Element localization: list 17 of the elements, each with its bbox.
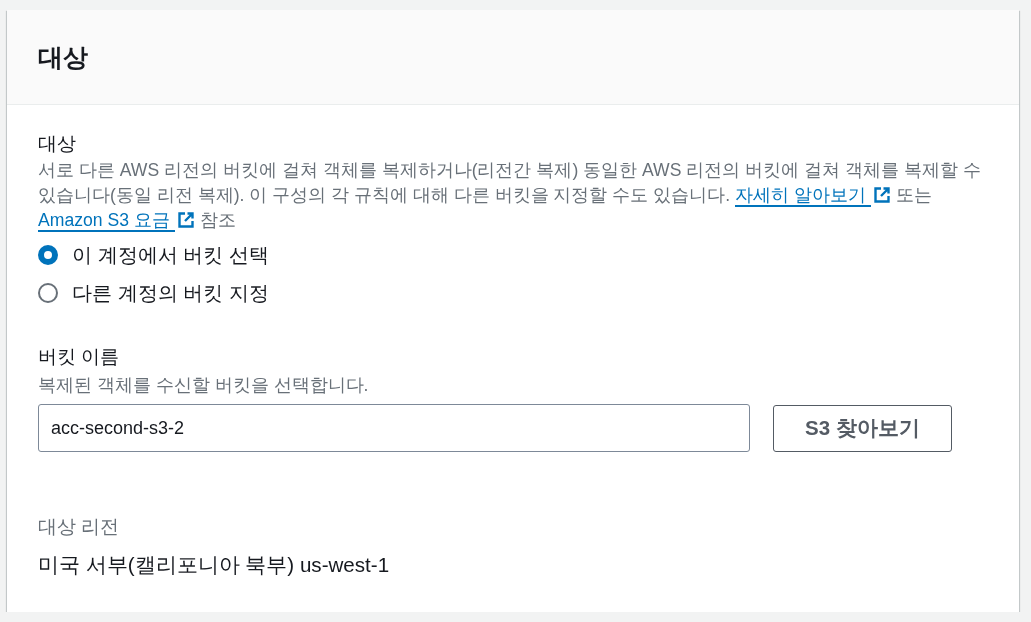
- input-field[interactable]: acc-second-s3-2: [38, 404, 750, 452]
- field-hint: 복제된 객체를 수신할 버킷을 선택합니다.: [38, 374, 369, 397]
- field-label: 대상: [38, 132, 76, 156]
- field-label: 대상 리전: [38, 515, 120, 539]
- region-value: 미국 서부(캘리포니아 북부) us-west-1: [38, 552, 390, 578]
- browse-button[interactable]: S3 찾아보기: [773, 404, 952, 452]
- radio-label[interactable]: 이 계정에서 버킷 선택: [72, 241, 269, 269]
- panel-title: 대상: [38, 41, 88, 73]
- external-link[interactable]: 자세히 알아보기: [735, 185, 871, 207]
- radio-button[interactable]: [38, 245, 58, 265]
- external-link[interactable]: Amazon S3 요금: [38, 210, 175, 232]
- external-link-icon: [872, 186, 891, 204]
- field-label: 버킷 이름: [38, 345, 120, 369]
- radio-button[interactable]: [38, 283, 58, 303]
- description-text: 서로 다른 AWS 리전의 버킷에 걸쳐 객체를 복제하거나(리전간 복제) 동일한 AWS 리전의 버킷에 걸쳐 객체를 복제할 수 있습니다(동일 리전 복제). 이 구성의 각 규칙에 대해 다른 버킷을 지정할 수도 있습니다. 자세히 알아보기 또는 Amazon S3 요금 참조: [38, 159, 982, 233]
- external-link-icon: [176, 211, 195, 229]
- radio-label[interactable]: 다른 계정의 버킷 지정: [72, 279, 269, 307]
